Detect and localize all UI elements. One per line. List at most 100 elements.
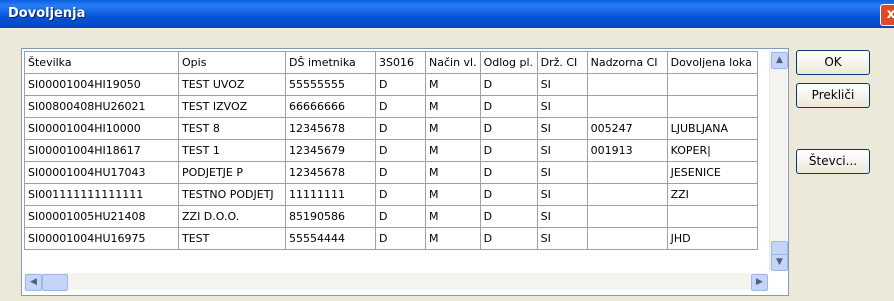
vertical-scrollbar[interactable]: ▲ ▼ (769, 51, 788, 271)
table-cell[interactable]: TESTNO PODJETJ (178, 183, 286, 206)
table-cell[interactable]: ZZI D.O.O. (178, 205, 286, 228)
table-row[interactable]: SI00800408HU26021 TEST IZVOZ 66666666 D M D SI (24, 95, 758, 118)
table-cell[interactable]: TEST IZVOZ (178, 95, 286, 118)
table-cell[interactable]: SI00001005HU21408 (24, 205, 179, 228)
column-header[interactable]: Način vl. (425, 51, 481, 74)
scroll-down-button[interactable]: ▼ (771, 254, 788, 271)
table-cell[interactable]: D (375, 227, 426, 250)
horizontal-scrollbar[interactable]: ◀ ▶ (24, 273, 768, 291)
table-cell[interactable]: M (425, 117, 481, 140)
table-cell[interactable]: SI (536, 227, 588, 250)
table-cell[interactable]: D (479, 205, 538, 228)
table-cell[interactable] (586, 205, 668, 228)
table-cell[interactable]: 001913 (586, 139, 668, 162)
table-cell[interactable]: SI00001004HU16975 (24, 227, 179, 250)
table-cell[interactable]: D (375, 161, 426, 184)
table-cell[interactable]: SI (536, 95, 588, 118)
table-cell[interactable]: TEST (178, 227, 286, 250)
table-row[interactable]: SI001111111111111 TESTNO PODJETJ 11111111 D… (24, 183, 758, 206)
column-header[interactable]: Številka (24, 51, 179, 74)
table-cell[interactable]: 12345678 (285, 161, 376, 184)
column-header[interactable]: Opis (178, 51, 286, 74)
table-cell[interactable]: SI (536, 73, 588, 96)
table-row[interactable]: SI00001004HU16975 TEST 55554444 D M D SI JHD (24, 227, 758, 250)
table-cell[interactable] (586, 161, 668, 184)
table-cell[interactable]: SI (536, 117, 588, 140)
table-cell[interactable]: D (375, 205, 426, 228)
table-cell[interactable]: M (425, 183, 481, 206)
table-cell[interactable]: D (375, 117, 426, 140)
table-cell[interactable]: 11111111 (285, 183, 376, 206)
table-cell[interactable] (586, 227, 668, 250)
column-header[interactable]: DŠ imetnika (285, 51, 376, 74)
table-cell[interactable]: SI001111111111111 (24, 183, 179, 206)
table-cell[interactable]: SI00001004HI19050 (24, 73, 179, 96)
table-row[interactable]: SI00001004HI10000 TEST 8 12345678 D M D SI 0052… (24, 117, 758, 140)
table-cell[interactable]: 85190586 (285, 205, 376, 228)
scroll-right-button[interactable]: ▶ (751, 274, 768, 291)
table-cell[interactable]: 005247 (586, 117, 668, 140)
table-row[interactable]: SI00001005HU21408 ZZI D.O.O. 85190586 D M D SI (24, 205, 758, 228)
scroll-left-button[interactable]: ◀ (25, 274, 42, 291)
table-cell[interactable] (666, 73, 758, 96)
scroll-up-button[interactable]: ▲ (771, 52, 788, 69)
ok-button[interactable]: OK (796, 50, 870, 75)
table-cell[interactable]: D (479, 117, 538, 140)
table-cell[interactable]: D (479, 161, 538, 184)
close-button[interactable]: x (880, 4, 894, 26)
table-cell[interactable]: M (425, 95, 481, 118)
table-cell[interactable]: SI00800408HU26021 (24, 95, 179, 118)
horizontal-scroll-thumb[interactable] (42, 274, 68, 291)
table-cell[interactable]: D (479, 227, 538, 250)
table-cell[interactable]: D (479, 139, 538, 162)
table-cell[interactable]: PODJETJE P (178, 161, 286, 184)
table-row[interactable]: SI00001004HU17043 PODJETJE P 12345678 D M D SI… (24, 161, 758, 184)
table-cell[interactable]: SI (536, 139, 588, 162)
table-cell[interactable]: M (425, 73, 481, 96)
table-row[interactable]: SI00001004HI18617 TEST 1 12345679 D M D SI 0019… (24, 139, 758, 162)
table-cell[interactable]: JESENICE (666, 161, 758, 184)
table-cell[interactable]: D (479, 95, 538, 118)
table-cell[interactable] (586, 73, 668, 96)
table-cell[interactable]: KOPER| (666, 139, 758, 162)
column-header[interactable]: Nadzorna CI (586, 51, 668, 74)
table-cell[interactable]: SI00001004HU17043 (24, 161, 179, 184)
column-header[interactable]: 3S016 (375, 51, 426, 74)
table-cell[interactable]: TEST UVOZ (178, 73, 286, 96)
column-header[interactable]: Dovoljena loka (666, 51, 758, 74)
table-cell[interactable]: SI (536, 205, 588, 228)
table-cell[interactable]: M (425, 139, 481, 162)
table-cell[interactable]: JHD (666, 227, 758, 250)
table-cell[interactable] (666, 95, 758, 118)
table-row[interactable]: SI00001004HI19050 TEST UVOZ 55555555 D M D SI (24, 73, 758, 96)
table-cell[interactable]: M (425, 205, 481, 228)
table-cell[interactable]: 55554444 (285, 227, 376, 250)
table-cell[interactable]: SI00001004HI18617 (24, 139, 179, 162)
table-cell[interactable]: 66666666 (285, 95, 376, 118)
table-cell[interactable]: 12345679 (285, 139, 376, 162)
table-cell[interactable]: D (375, 139, 426, 162)
table-cell[interactable]: SI (536, 183, 588, 206)
column-header[interactable]: Drž. CI (536, 51, 588, 74)
table-cell[interactable]: TEST 1 (178, 139, 286, 162)
table-cell[interactable]: D (479, 183, 538, 206)
table-cell[interactable]: M (425, 227, 481, 250)
table-cell[interactable]: 55555555 (285, 73, 376, 96)
table-cell[interactable]: LJUBLJANA (666, 117, 758, 140)
table-cell[interactable]: TEST 8 (178, 117, 286, 140)
table-cell[interactable]: SI00001004HI10000 (24, 117, 179, 140)
counters-button[interactable]: Števci... (796, 149, 870, 174)
table-cell[interactable]: ZZI (666, 183, 758, 206)
table-cell[interactable] (586, 95, 668, 118)
table-cell[interactable]: D (375, 183, 426, 206)
table-cell[interactable] (666, 205, 758, 228)
cancel-button[interactable]: Prekliči (796, 83, 870, 108)
table-cell[interactable] (586, 183, 668, 206)
table-cell[interactable]: SI (536, 161, 588, 184)
table-cell[interactable]: M (425, 161, 481, 184)
title-bar[interactable]: Dovoljenja x (0, 0, 894, 28)
table-cell[interactable]: 12345678 (285, 117, 376, 140)
table-cell[interactable]: D (375, 95, 426, 118)
column-header[interactable]: Odlog pl. (479, 51, 538, 74)
table-cell[interactable]: D (479, 73, 538, 96)
